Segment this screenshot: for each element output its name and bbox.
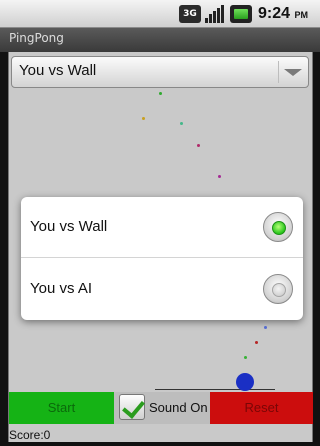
app-title: PingPong	[9, 31, 64, 45]
signal-icon	[205, 5, 225, 23]
radio-unselected-icon[interactable]	[263, 274, 293, 304]
screen: 3G 9:24 PM PingPong You vs Wall Start So…	[0, 0, 320, 446]
option-label: You vs AI	[30, 280, 92, 297]
option-label: You vs Wall	[30, 218, 108, 235]
app-title-bar: PingPong	[0, 28, 320, 52]
option-you-vs-wall[interactable]: You vs Wall	[21, 197, 303, 258]
battery-icon	[230, 5, 252, 23]
3g-icon: 3G	[179, 5, 201, 23]
mode-dialog: You vs Wall You vs AI	[21, 197, 303, 320]
clock: 9:24 PM	[258, 5, 308, 22]
radio-selected-icon[interactable]	[263, 212, 293, 242]
option-you-vs-ai[interactable]: You vs AI	[21, 259, 303, 320]
status-bar: 3G 9:24 PM	[0, 0, 320, 28]
